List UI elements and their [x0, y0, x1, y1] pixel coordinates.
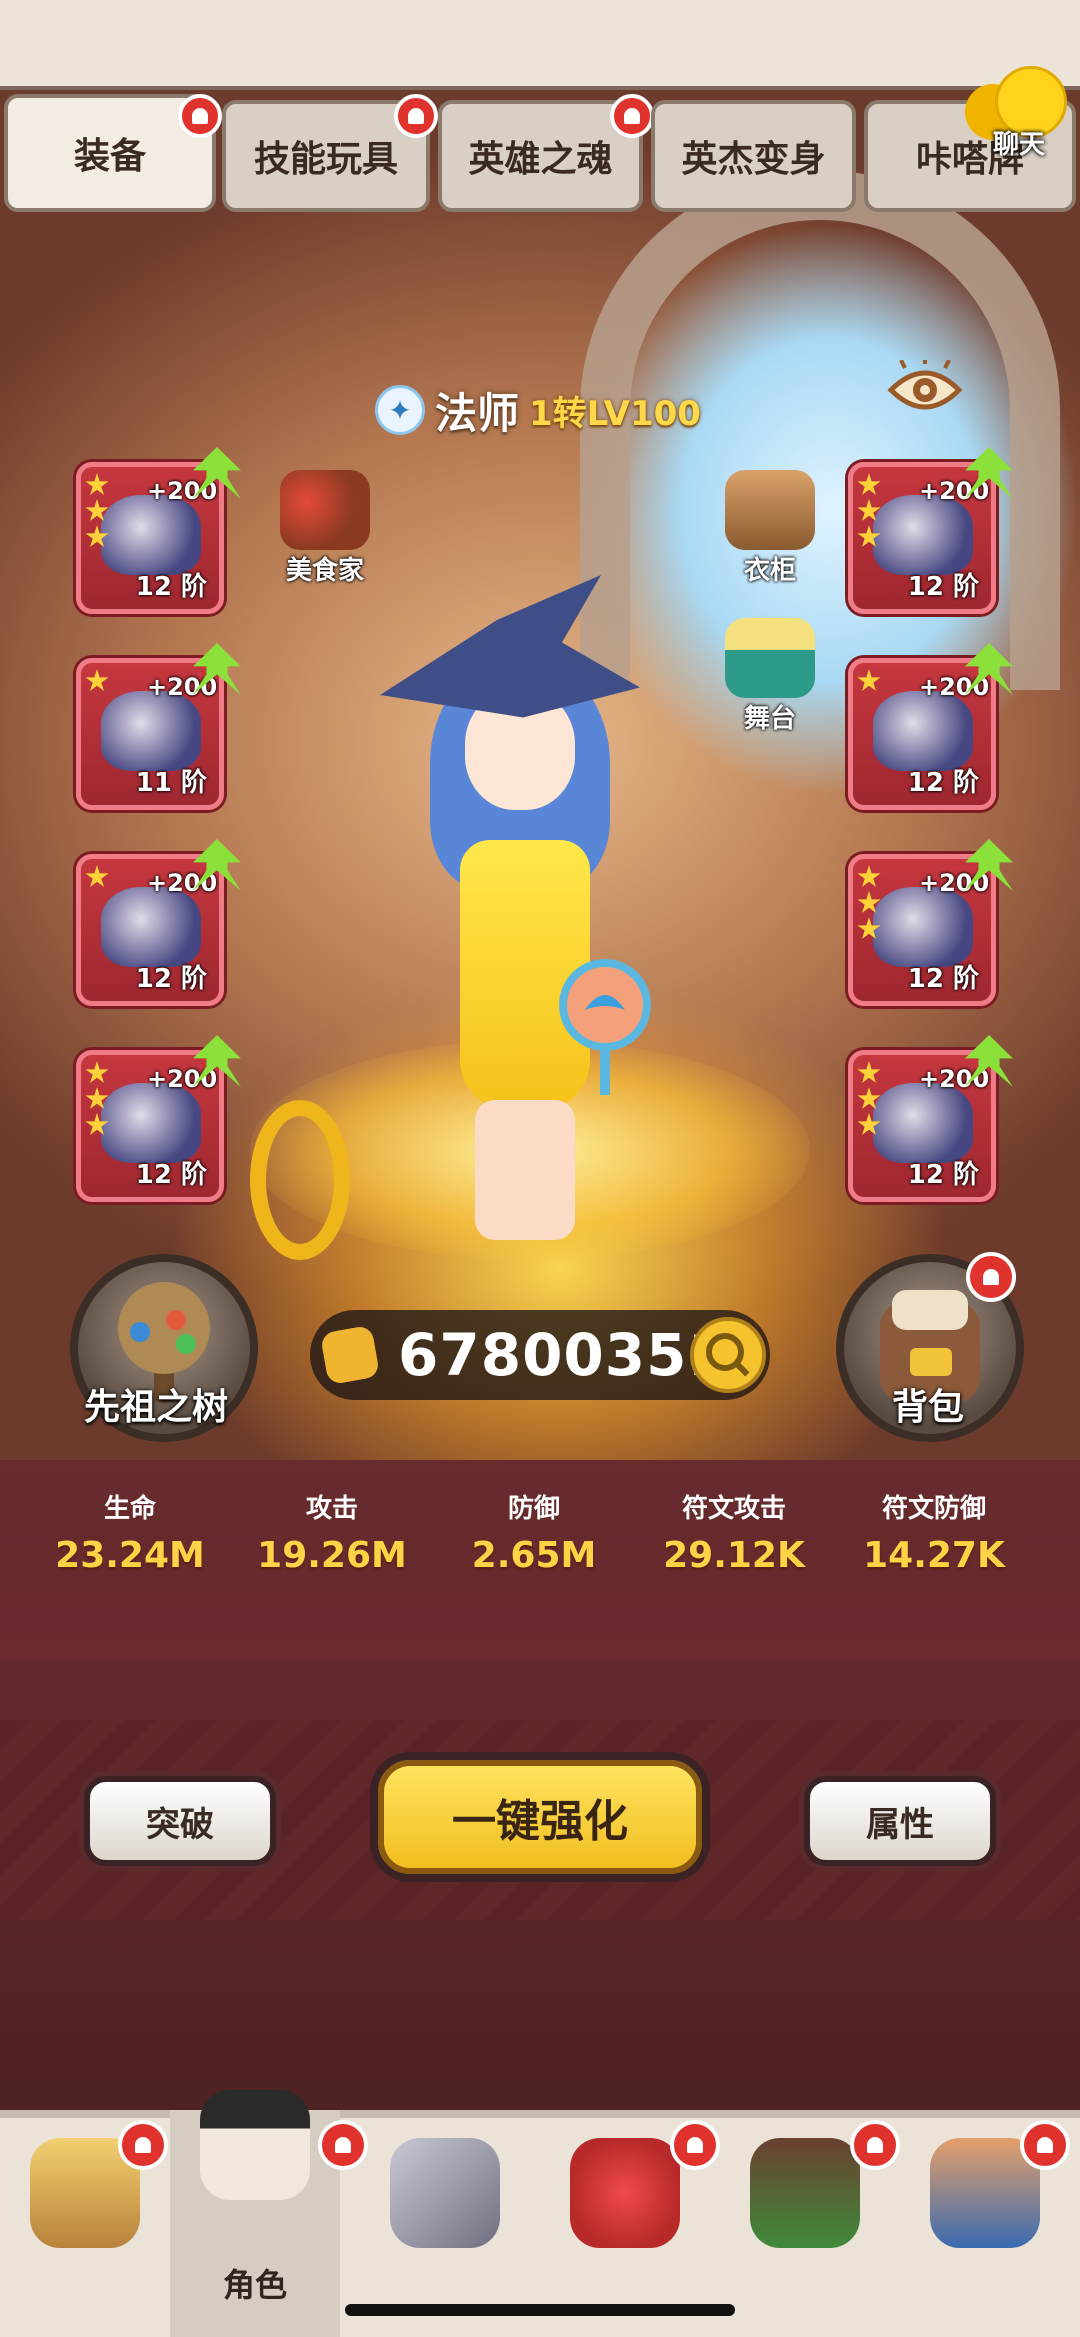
- equip-slot-orb[interactable]: +200 12 阶: [848, 447, 1013, 614]
- equip-slot-glove[interactable]: +200 12 阶: [76, 839, 241, 1006]
- stage-button[interactable]: 舞台: [710, 618, 830, 735]
- hero-level: 1转LV100: [529, 393, 701, 434]
- nav-item-3[interactable]: [360, 2110, 530, 2337]
- eye-icon[interactable]: [885, 360, 965, 420]
- hat-gear-icon: [101, 495, 201, 575]
- stat-rune-attack: 符文攻击 29.12K: [634, 1488, 834, 1576]
- one-click-enhance-button[interactable]: 一键强化: [370, 1752, 710, 1882]
- gourmet-button[interactable]: 美食家: [265, 470, 385, 587]
- nav-item-6[interactable]: [900, 2110, 1080, 2337]
- stat-label: 符文防御: [881, 1494, 986, 1524]
- stat-label: 攻击: [305, 1494, 358, 1524]
- food-icon: [280, 470, 370, 550]
- slot-rank: 12 阶: [135, 1160, 207, 1190]
- stage-label: 舞台: [743, 704, 796, 734]
- nav-item-character[interactable]: 角色: [170, 2090, 368, 2337]
- ancestor-tree-label: 先祖之树: [84, 1387, 229, 1428]
- stat-value: 29.12K: [663, 1535, 805, 1576]
- stat-value: 23.24M: [55, 1535, 205, 1576]
- attributes-button[interactable]: 属性: [804, 1776, 996, 1866]
- shoulder-gear-icon: [101, 691, 201, 771]
- nav-item-1[interactable]: [0, 2110, 170, 2337]
- nav-label-character: 角色: [222, 2266, 287, 2304]
- boots-gear-icon: [873, 887, 973, 967]
- alert-bell-icon: [1020, 2120, 1070, 2170]
- tab-label: 装备: [73, 136, 146, 177]
- character-icon: [200, 2090, 310, 2200]
- equip-slot-ring[interactable]: +200 12 阶: [76, 1035, 241, 1202]
- alert-bell-icon: [118, 2120, 168, 2170]
- stat-attack: 攻击 19.26M: [232, 1488, 432, 1576]
- slot-rank: 12 阶: [135, 572, 207, 602]
- wardrobe-label: 衣柜: [743, 556, 796, 586]
- equip-slot-armor[interactable]: +200 12 阶: [848, 643, 1013, 810]
- stat-hp: 生命 23.24M: [30, 1488, 230, 1576]
- hero-legs: [475, 1100, 575, 1240]
- slot-rank: 11 阶: [135, 768, 207, 798]
- stat-label: 防御: [507, 1494, 560, 1524]
- wardrobe-icon: [725, 470, 815, 550]
- ring-gear-icon: [101, 1083, 201, 1163]
- combat-power-pill: 67800351: [310, 1310, 770, 1400]
- alert-bell-icon: [966, 1252, 1016, 1302]
- slot-rank: 12 阶: [907, 768, 979, 798]
- stat-value: 2.65M: [471, 1535, 597, 1576]
- breakthrough-label: 突破: [146, 1804, 214, 1845]
- weapon-ring: [250, 1100, 350, 1260]
- stage-icon: [725, 618, 815, 698]
- pet-icon: [570, 2138, 680, 2248]
- sword-shield-icon: [390, 2138, 500, 2248]
- one-click-enhance-label: 一键强化: [452, 1796, 628, 1847]
- staff-orb-icon: [559, 959, 651, 1095]
- glove-gear-icon: [101, 887, 201, 967]
- nav-item-5[interactable]: [720, 2110, 900, 2337]
- stat-value: 14.27K: [863, 1535, 1005, 1576]
- slot-rank: 12 阶: [135, 964, 207, 994]
- gourmet-label: 美食家: [285, 556, 364, 586]
- nav-item-4[interactable]: [540, 2110, 720, 2337]
- slot-rank: 12 阶: [907, 964, 979, 994]
- chat-button[interactable]: 聊天: [965, 66, 1075, 160]
- combat-power-value: 67800351: [398, 1321, 729, 1389]
- stat-label: 生命: [103, 1494, 156, 1524]
- attributes-label: 属性: [866, 1804, 934, 1845]
- equip-slot-boots[interactable]: +200 12 阶: [848, 839, 1013, 1006]
- slot-rank: 12 阶: [907, 572, 979, 602]
- backpack-label: 背包: [892, 1387, 965, 1428]
- equip-slot-shoulder[interactable]: +200 11 阶: [76, 643, 241, 810]
- alert-bell-icon: [670, 2120, 720, 2170]
- power-fist-icon: [319, 1324, 381, 1386]
- wardrobe-button[interactable]: 衣柜: [710, 470, 830, 587]
- slot-rank: 12 阶: [907, 1160, 979, 1190]
- stat-label: 符文攻击: [681, 1494, 786, 1524]
- armor-gear-icon: [873, 691, 973, 771]
- top-strip: [0, 0, 1080, 90]
- hero-class-row: ✦ 法师 1转LV100: [375, 380, 701, 440]
- hero-class-name: 法师: [435, 388, 520, 438]
- equip-slot-necklace[interactable]: +200 12 阶: [848, 1035, 1013, 1202]
- tab-label: 英杰变身: [681, 139, 826, 180]
- alert-bell-icon: [394, 94, 438, 138]
- breakthrough-button[interactable]: 突破: [84, 1776, 276, 1866]
- stat-value: 19.26M: [257, 1535, 407, 1576]
- alert-bell-icon: [610, 94, 654, 138]
- raccoon-icon: [750, 2138, 860, 2248]
- tab-label: 英雄之魂: [468, 139, 613, 180]
- stat-defense: 防御 2.65M: [434, 1488, 634, 1576]
- alert-bell-icon: [850, 2120, 900, 2170]
- orb-gear-icon: [873, 495, 973, 575]
- necklace-gear-icon: [873, 1083, 973, 1163]
- tab-hero-transform[interactable]: 英杰变身: [651, 100, 856, 212]
- equip-slot-hat[interactable]: +200 12 阶: [76, 447, 241, 614]
- alert-bell-icon: [178, 94, 222, 138]
- mage-class-icon: ✦: [375, 385, 425, 435]
- stat-rune-defense: 符文防御 14.27K: [834, 1488, 1034, 1576]
- chat-label: 聊天: [993, 130, 1046, 160]
- home-indicator[interactable]: [345, 2304, 735, 2316]
- search-icon[interactable]: [690, 1317, 766, 1393]
- tab-label: 技能玩具: [253, 139, 398, 180]
